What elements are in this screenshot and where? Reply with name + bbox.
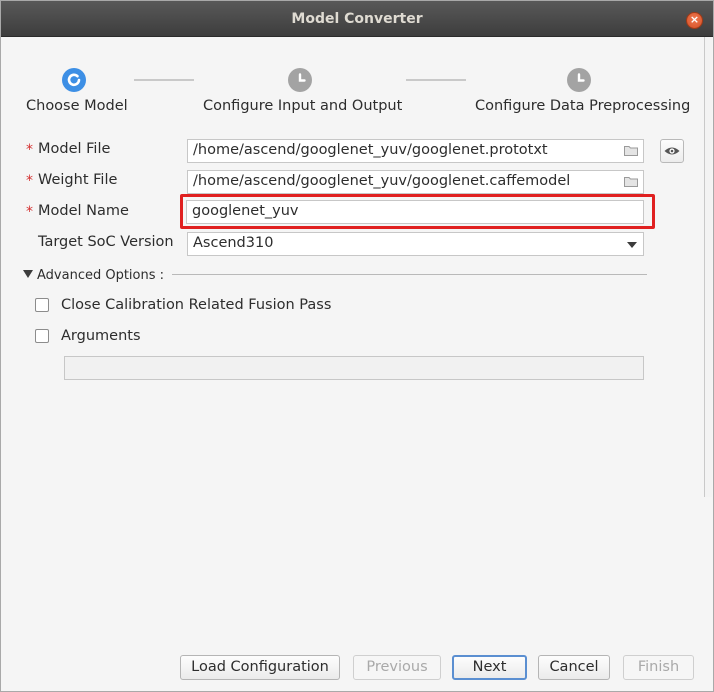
chevron-down-icon — [627, 242, 637, 248]
step-label-configure-data-preprocessing: Configure Data Preprocessing — [475, 98, 691, 114]
arguments-input[interactable] — [64, 356, 644, 380]
step-connector — [406, 79, 466, 81]
folder-icon[interactable] — [624, 176, 638, 187]
load-configuration-button[interactable]: Load Configuration — [180, 655, 340, 680]
next-button[interactable]: Next — [452, 655, 527, 680]
step-label-configure-input-output: Configure Input and Output — [203, 98, 403, 114]
model-name-label: Model Name — [38, 203, 129, 219]
arguments-checkbox[interactable] — [35, 329, 49, 343]
close-calibration-checkbox[interactable] — [35, 298, 49, 312]
triangle-down-icon — [23, 270, 33, 278]
step-active-icon — [62, 68, 86, 92]
finish-button[interactable]: Finish — [623, 655, 694, 680]
title-bar[interactable]: Model Converter × — [1, 1, 713, 37]
target-soc-label: Target SoC Version — [38, 234, 174, 250]
target-soc-select[interactable]: Ascend310 — [187, 232, 644, 256]
divider — [172, 274, 647, 275]
cancel-button[interactable]: Cancel — [538, 655, 610, 680]
weight-file-field[interactable]: /home/ascend/googlenet_yuv/googlenet.caf… — [187, 170, 644, 194]
step-connector — [134, 79, 194, 81]
close-icon[interactable]: × — [686, 12, 703, 29]
folder-icon[interactable] — [624, 145, 638, 156]
required-asterisk: * — [26, 204, 33, 220]
model-converter-dialog: Model Converter × Choose Model Configure… — [0, 0, 714, 692]
eye-icon — [664, 147, 680, 155]
scrollbar[interactable] — [704, 37, 712, 497]
weight-file-value: /home/ascend/googlenet_yuv/googlenet.caf… — [193, 173, 571, 189]
window-title: Model Converter — [291, 11, 423, 27]
close-calibration-label: Close Calibration Related Fusion Pass — [61, 297, 332, 313]
preview-button[interactable] — [660, 139, 684, 163]
step-label-choose-model: Choose Model — [26, 98, 128, 114]
model-file-value: /home/ascend/googlenet_yuv/googlenet.pro… — [193, 142, 548, 158]
highlight-box — [180, 194, 655, 229]
required-asterisk: * — [26, 173, 33, 189]
required-asterisk: * — [26, 142, 33, 158]
model-file-label: Model File — [38, 141, 111, 157]
advanced-options-label: Advanced Options : — [37, 268, 165, 283]
arguments-label: Arguments — [61, 328, 141, 344]
previous-button[interactable]: Previous — [353, 655, 441, 680]
weight-file-label: Weight File — [38, 172, 118, 188]
model-file-field[interactable]: /home/ascend/googlenet_yuv/googlenet.pro… — [187, 139, 644, 163]
clock-icon — [288, 68, 312, 92]
clock-icon — [567, 68, 591, 92]
target-soc-value: Ascend310 — [193, 235, 274, 251]
advanced-options-toggle[interactable]: Advanced Options : — [23, 268, 164, 283]
